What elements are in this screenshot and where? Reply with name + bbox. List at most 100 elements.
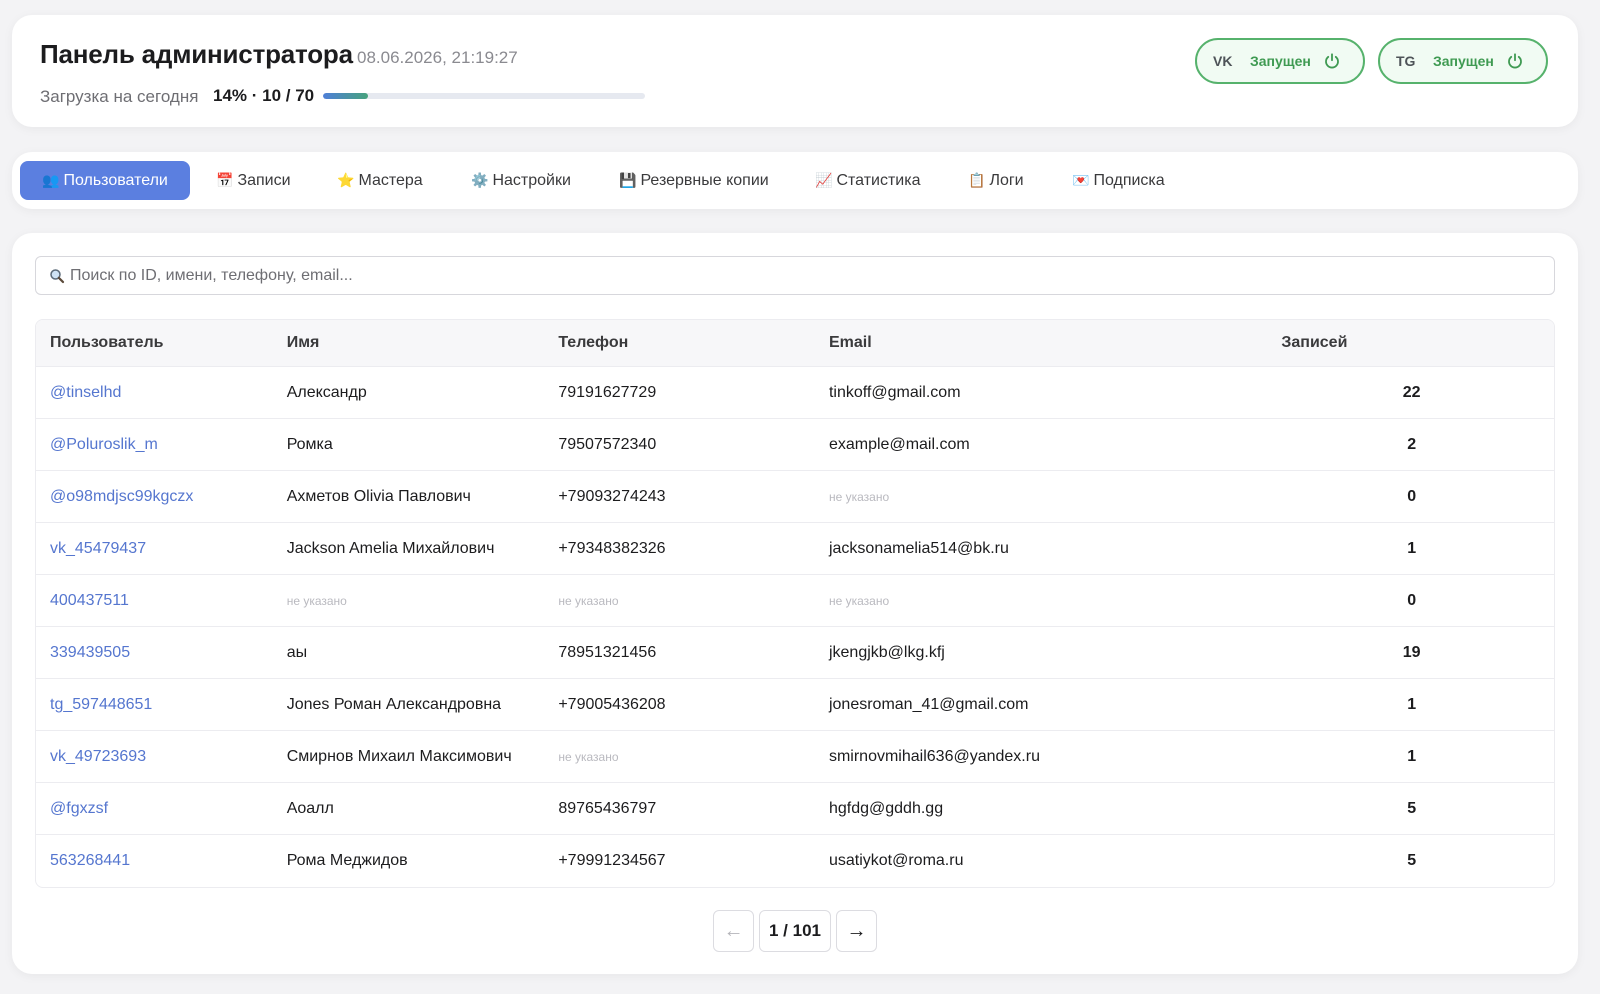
column-header-records[interactable]: Записей — [1281, 334, 1554, 352]
cell-email: jkengjkb@lkg.kfj — [829, 644, 1281, 662]
cell-email-text: jonesroman_41@gmail.com — [828, 695, 1029, 713]
tab-users[interactable]: 👥 Пользователи — [20, 161, 190, 200]
table-row[interactable]: @Poluroslik_m Ромка 79507572340 example@mai… — [36, 419, 1554, 471]
cell-records: 1 — [1281, 540, 1554, 558]
user-link[interactable]: @Poluroslik_m — [50, 436, 158, 453]
tab-label: Статистика — [836, 171, 921, 189]
cell-email: tinkoff@gmail.com — [829, 384, 1281, 402]
tab-logs[interactable]: 📋 Логи — [954, 161, 1038, 200]
table-body: @tinselhd Александр 79191627729 tinkoff@gma… — [36, 367, 1554, 887]
cell-phone-text: 79191627729 — [558, 383, 657, 401]
cell-phone: 79507572340 — [558, 436, 829, 454]
cell-user: 400437511 — [36, 592, 287, 610]
cell-name-text: Александр — [286, 383, 367, 401]
user-link[interactable]: @o98mdjsc99kgczx — [50, 488, 193, 505]
cell-records-text: 1 — [1407, 695, 1417, 713]
cell-email-text: hgfdg@gddh.gg — [828, 799, 944, 817]
cell-user: 563268441 — [36, 852, 287, 870]
empty-value: не указано — [286, 593, 347, 608]
cell-name: не указано — [287, 592, 559, 610]
cell-phone-text: +79093274243 — [558, 487, 666, 505]
cell-name-text: Аоалл — [286, 799, 334, 817]
table-row[interactable]: @o98mdjsc99kgczx Ахметов Olivia Павлович +… — [36, 471, 1554, 523]
user-link[interactable]: 339439505 — [50, 644, 130, 661]
cell-user: tg_597448651 — [36, 696, 287, 714]
page-title: Панель администратора — [40, 39, 353, 69]
cell-phone: +79005436208 — [558, 696, 829, 714]
cell-records: 2 — [1281, 436, 1554, 454]
cell-name: Рома Меджидов — [287, 852, 559, 870]
table-row[interactable]: tg_597448651 Jones Роман Александровна +79… — [36, 679, 1554, 731]
tab-settings[interactable]: ⚙️ Настройки — [457, 161, 585, 200]
tab-label: Резервные копии — [640, 171, 769, 189]
cell-email-text: usatiykot@roma.ru — [828, 852, 964, 869]
cell-email: smirnovmihail636@yandex.ru — [829, 748, 1281, 766]
cell-phone-text: +79005436208 — [558, 695, 666, 713]
cell-records: 22 — [1281, 384, 1554, 402]
cell-user: @o98mdjsc99kgczx — [36, 488, 287, 506]
empty-value: не указано — [828, 593, 890, 608]
cell-records-text: 1 — [1407, 539, 1417, 557]
cell-email: jacksonamelia514@bk.ru — [829, 540, 1281, 558]
cell-user: vk_49723693 — [36, 748, 287, 766]
cell-name-text: Jackson Amelia Михайлович — [286, 539, 495, 557]
tab-backups[interactable]: 💾 Резервные копии — [605, 161, 783, 200]
vk-service-toggle[interactable]: VK Запущен — [1195, 38, 1365, 84]
cell-phone-text: +79348382326 — [558, 539, 666, 557]
user-link[interactable]: tg_597448651 — [50, 696, 152, 713]
load-label: Загрузка на сегодня — [40, 87, 199, 106]
users-table: Пользователь Имя Телефон Email Записей @… — [35, 319, 1555, 888]
user-link[interactable]: @fgxzsf — [50, 800, 108, 817]
tab-statistics[interactable]: 📈 Статистика — [801, 161, 934, 200]
tab-subscription[interactable]: 💌 Подписка — [1058, 161, 1179, 200]
cell-records-text: 1 — [1407, 747, 1417, 765]
search-box[interactable] — [35, 256, 1555, 295]
cell-records-text: 2 — [1407, 435, 1417, 453]
cell-user: 339439505 — [36, 644, 287, 662]
table-row[interactable]: 339439505 аы 78951321456 jkengjkb@lkg.kfj 19 — [36, 627, 1554, 679]
cell-email: не указано — [829, 488, 1281, 506]
user-link[interactable]: vk_45479437 — [50, 540, 146, 557]
users-panel: Пользователь Имя Телефон Email Записей @… — [12, 233, 1578, 974]
column-header-email[interactable]: Email — [829, 334, 1281, 352]
calendar-icon: 📅 — [216, 172, 234, 188]
prev-page-button[interactable]: ← — [713, 910, 754, 952]
column-header-name[interactable]: Имя — [287, 334, 559, 352]
search-input[interactable] — [70, 266, 1520, 285]
table-row[interactable]: 400437511 не указано не указано не указано 0 — [36, 575, 1554, 627]
gear-icon: ⚙️ — [471, 172, 489, 188]
cell-records: 1 — [1281, 748, 1554, 766]
cell-records: 5 — [1281, 800, 1554, 818]
table-row[interactable]: vk_49723693 Смирнов Михаил Максимович не у… — [36, 731, 1554, 783]
chart-icon: 📈 — [815, 172, 833, 188]
tg-service-toggle[interactable]: TG Запущен — [1378, 38, 1548, 84]
user-link[interactable]: @tinselhd — [50, 384, 121, 401]
load-progress-bar — [323, 93, 645, 99]
empty-value: не указано — [828, 489, 890, 504]
tab-label: Подписка — [1093, 171, 1165, 189]
empty-value: не указано — [558, 593, 619, 608]
cell-phone-text: 89765436797 — [558, 799, 657, 817]
pagination: ← 1 / 101 → — [12, 910, 1578, 952]
tab-records[interactable]: 📅 Записи — [202, 161, 305, 200]
table-row[interactable]: @fgxzsf Аоалл 89765436797 hgfdg@gddh.gg 5 — [36, 783, 1554, 835]
cell-name: Ромка — [287, 436, 559, 454]
cell-phone: не указано — [558, 592, 829, 610]
tab-masters[interactable]: ⭐ Мастера — [323, 161, 437, 200]
table-row[interactable]: vk_45479437 Jackson Amelia Михайлович +793… — [36, 523, 1554, 575]
next-page-button[interactable]: → — [836, 910, 877, 952]
user-link[interactable]: 400437511 — [50, 592, 129, 609]
cell-email: usatiykot@roma.ru — [829, 852, 1281, 870]
table-row[interactable]: 563268441 Рома Меджидов +79991234567 usatiy… — [36, 835, 1554, 887]
power-icon — [1324, 53, 1339, 69]
cell-name: аы — [287, 644, 559, 662]
column-header-phone[interactable]: Телефон — [558, 334, 829, 352]
column-header-user[interactable]: Пользователь — [36, 334, 287, 352]
user-link[interactable]: 563268441 — [50, 852, 130, 869]
table-row[interactable]: @tinselhd Александр 79191627729 tinkoff@gma… — [36, 367, 1554, 419]
user-link[interactable]: vk_49723693 — [50, 748, 146, 765]
load-value: 14% · 10 / 70 — [213, 86, 315, 105]
cell-phone: 78951321456 — [558, 644, 829, 662]
tab-label: Логи — [989, 171, 1024, 189]
cell-phone: +79093274243 — [558, 488, 829, 506]
